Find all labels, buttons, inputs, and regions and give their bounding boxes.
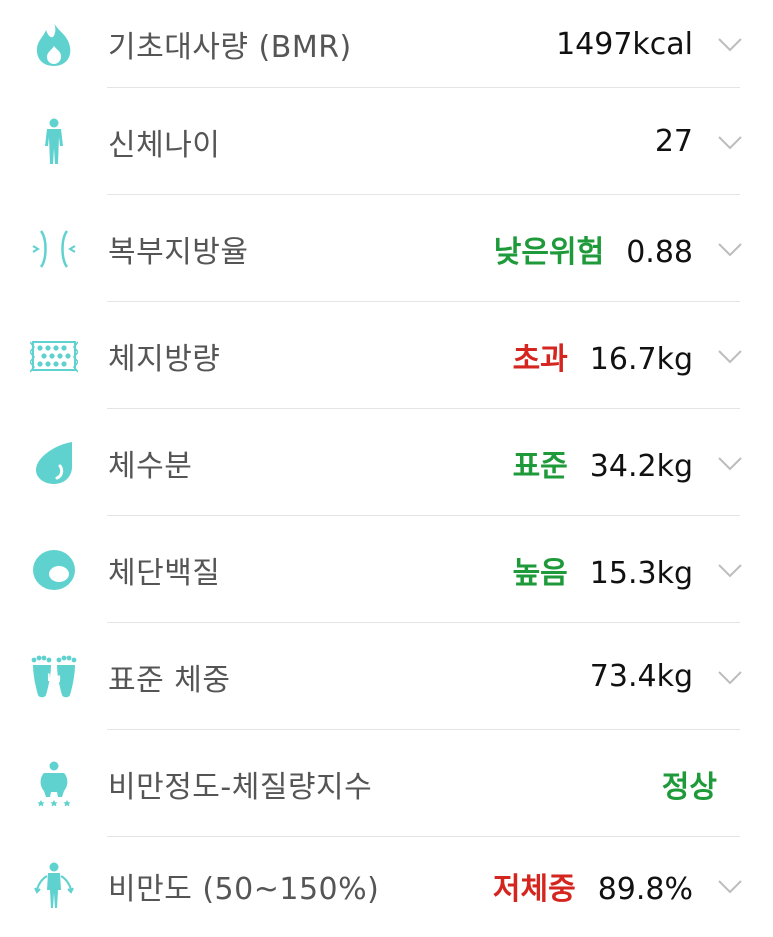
- chevron-down-icon[interactable]: [717, 31, 743, 57]
- chevron-down-icon[interactable]: [717, 873, 743, 899]
- water-drop-icon: [28, 437, 80, 489]
- metric-row-bmr[interactable]: 기초대사량 (BMR) 1497kcal: [0, 0, 773, 88]
- status-badge: 표준: [512, 448, 568, 484]
- chevron-down-icon[interactable]: [717, 450, 743, 476]
- status-badge: 정상: [661, 769, 717, 805]
- metric-result: 낮은위험 0.88: [494, 227, 693, 271]
- flame-icon: [28, 18, 80, 70]
- metric-row-obesity-degree[interactable]: 비만도 (50~150%) 저체중 89.8%: [0, 837, 773, 935]
- footprints-kg-icon: kg: [28, 651, 80, 703]
- status-badge: 높음: [512, 555, 568, 591]
- status-badge: 초과: [512, 341, 568, 377]
- metric-result: 높음 15.3kg: [513, 548, 693, 592]
- metric-row-body-protein[interactable]: 체단백질 높음 15.3kg: [0, 516, 773, 623]
- chevron-down-icon[interactable]: [717, 557, 743, 583]
- metric-label: 복부지방율: [108, 234, 249, 270]
- metric-result: 73.4kg: [590, 659, 693, 694]
- metric-label: 기초대사량 (BMR): [108, 30, 352, 65]
- metric-label: 체수분: [108, 448, 193, 484]
- svg-text:kg: kg: [47, 673, 61, 684]
- metric-value: 15.3kg: [589, 555, 693, 591]
- metric-label: 비만도 (50~150%): [108, 872, 380, 907]
- metric-label: 표준 체중: [108, 662, 231, 698]
- metric-row-standard-weight[interactable]: kg 표준 체중 73.4kg: [0, 623, 773, 730]
- metric-value: 16.7kg: [589, 341, 693, 377]
- chevron-down-icon[interactable]: [717, 664, 743, 690]
- metric-value: 0.88: [626, 234, 693, 270]
- metric-label: 체지방량: [108, 341, 221, 377]
- metric-value: 89.8%: [597, 872, 693, 907]
- metric-result: 1497kcal: [556, 27, 693, 62]
- metric-result: 표준 34.2kg: [513, 441, 693, 485]
- metric-result: 초과 16.7kg: [513, 334, 693, 378]
- metric-row-body-water[interactable]: 체수분 표준 34.2kg: [0, 409, 773, 516]
- metric-row-body-age[interactable]: 신체나이 27: [0, 88, 773, 195]
- chevron-down-icon[interactable]: [717, 236, 743, 262]
- metric-label: 신체나이: [108, 127, 221, 163]
- obese-person-icon: [28, 758, 80, 810]
- metric-row-body-fat-mass[interactable]: 체지방량 초과 16.7kg: [0, 302, 773, 409]
- metric-row-bmi[interactable]: 비만정도-체질량지수 정상: [0, 730, 773, 837]
- metric-value: 27: [654, 124, 693, 159]
- metric-result: 저체중 89.8%: [493, 864, 693, 908]
- body-icon: [28, 116, 80, 168]
- metric-label: 비만정도-체질량지수: [108, 769, 373, 805]
- chevron-down-icon[interactable]: [717, 343, 743, 369]
- metric-row-abdominal-fat[interactable]: 복부지방율 낮은위험 0.88: [0, 195, 773, 302]
- fat-mesh-icon: [28, 330, 80, 382]
- chevron-down-icon[interactable]: [717, 129, 743, 155]
- metric-value: 73.4kg: [589, 659, 693, 694]
- status-badge: 저체중: [492, 872, 576, 907]
- metric-result: 정상: [662, 762, 717, 806]
- status-badge: 낮은위험: [493, 234, 605, 270]
- metric-value: 34.2kg: [589, 448, 693, 484]
- metric-value: 1497kcal: [556, 26, 693, 62]
- waist-icon: [28, 223, 80, 275]
- metric-result: 27: [655, 124, 693, 159]
- person-scale-icon: [28, 860, 80, 912]
- egg-icon: [28, 544, 80, 596]
- body-metrics-list: 기초대사량 (BMR) 1497kcal 신체나이 27 복부지방율 낮은위험 …: [0, 0, 773, 935]
- metric-label: 체단백질: [108, 555, 221, 591]
